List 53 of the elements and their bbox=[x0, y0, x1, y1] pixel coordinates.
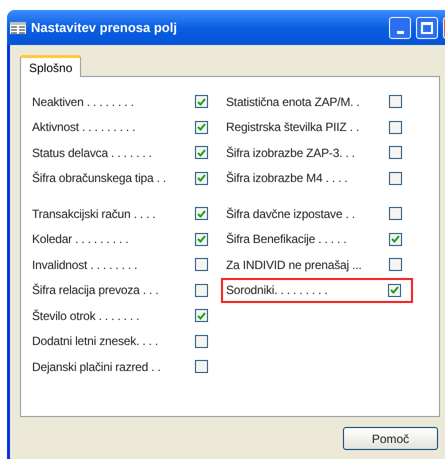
checkbox[interactable] bbox=[195, 146, 208, 160]
checkmark-icon bbox=[391, 235, 400, 244]
field-label: Šifra Benefikacije . . . . . bbox=[226, 231, 346, 248]
field-label: Šifra davčne izpostave . . bbox=[226, 206, 355, 223]
checkmark-icon bbox=[197, 312, 206, 320]
checkbox[interactable] bbox=[388, 284, 401, 297]
checkbox[interactable] bbox=[389, 120, 402, 134]
checkmark-icon bbox=[197, 235, 206, 244]
field-label: Število otrok . . . . . . . bbox=[32, 308, 140, 325]
checkmark-icon bbox=[197, 98, 206, 106]
maximize-button[interactable] bbox=[416, 16, 438, 38]
checkbox[interactable] bbox=[389, 207, 402, 220]
checkmark-icon bbox=[197, 123, 206, 132]
checkbox[interactable] bbox=[195, 232, 208, 246]
checkmark-icon bbox=[390, 286, 399, 294]
tab[interactable]: Splošno bbox=[20, 55, 82, 77]
field-label: Registrska številka PIIZ . . bbox=[226, 119, 360, 136]
checkmark-icon bbox=[197, 210, 206, 218]
checkbox[interactable] bbox=[389, 258, 402, 272]
field-label: Šifra relacija prevoza . . . bbox=[32, 282, 158, 300]
checkbox[interactable] bbox=[195, 360, 208, 374]
field-label: Dodatni letni znesek. . . . bbox=[32, 333, 158, 350]
checkbox[interactable] bbox=[195, 334, 208, 348]
field-label: Transakcijski račun . . . . bbox=[32, 206, 156, 223]
field-label: Za INDIVID ne prenašaj ... bbox=[226, 256, 362, 274]
checkbox[interactable] bbox=[389, 95, 402, 108]
checkbox[interactable] bbox=[389, 146, 402, 160]
field-label: Statistična enota ZAP/M. . bbox=[226, 94, 360, 111]
checkbox[interactable] bbox=[195, 95, 208, 108]
checkbox[interactable] bbox=[195, 309, 208, 322]
field-label: Status delavca . . . . . . . bbox=[32, 144, 152, 162]
field-label: Dejanski plačini razred . . bbox=[32, 358, 161, 376]
field-label: Aktivnost . . . . . . . . . bbox=[32, 119, 136, 136]
checkbox[interactable] bbox=[389, 232, 402, 246]
checkbox[interactable] bbox=[389, 172, 402, 185]
checkbox[interactable] bbox=[195, 207, 208, 220]
field-label: Koledar . . . . . . . . . bbox=[32, 231, 128, 248]
window-icon bbox=[10, 22, 26, 34]
field-label: Šifra izobrazbe M4 . . . . bbox=[226, 170, 348, 188]
checkbox[interactable] bbox=[195, 284, 208, 297]
checkmark-icon bbox=[197, 174, 206, 182]
field-label: Šifra izobrazbe ZAP-3. . . bbox=[226, 144, 355, 162]
field-label: Šifra obračunskega tipa . . bbox=[32, 170, 166, 188]
checkbox[interactable] bbox=[195, 172, 208, 185]
field-label: Invalidnost . . . . . . . . bbox=[32, 256, 138, 274]
field-label: Neaktiven . . . . . . . . bbox=[32, 94, 134, 111]
minimize-button[interactable] bbox=[389, 16, 411, 38]
checkmark-icon bbox=[197, 148, 206, 157]
help-button[interactable]: Pomoč bbox=[343, 427, 438, 450]
field-label: Sorodniki. . . . . . . . . bbox=[226, 282, 328, 300]
checkbox[interactable] bbox=[195, 258, 208, 272]
window-title: Nastavitev prenosa polj bbox=[31, 18, 178, 37]
checkbox[interactable] bbox=[195, 120, 208, 134]
